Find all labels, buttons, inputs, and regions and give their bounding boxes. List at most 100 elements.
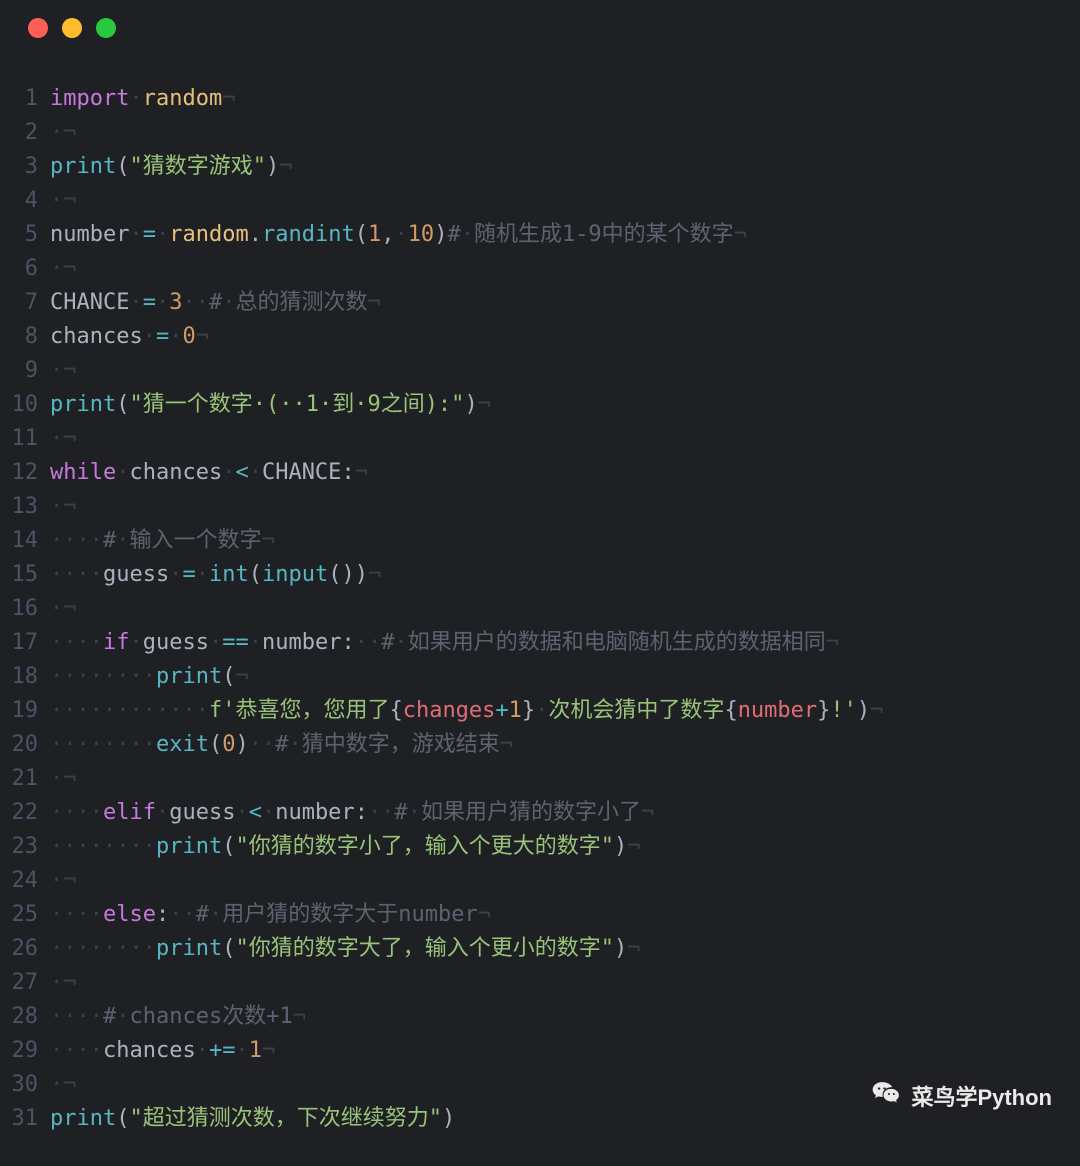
- code-content[interactable]: ········print("你猜的数字小了，输入个更大的数字")¬: [50, 830, 1060, 864]
- code-line[interactable]: 28····#·chances次数+1¬: [6, 1000, 1060, 1034]
- line-number: 17: [6, 626, 50, 660]
- code-content[interactable]: CHANCE·=·3··#·总的猜测次数¬: [50, 286, 1060, 320]
- code-content[interactable]: ·¬: [50, 116, 1060, 150]
- token-pn: ): [266, 154, 279, 179]
- token-pn: ): [235, 732, 248, 757]
- code-line[interactable]: 26········print("你猜的数字大了，输入个更小的数字")¬: [6, 932, 1060, 966]
- token-cmt: #: [103, 1004, 116, 1029]
- token-str: !': [830, 698, 857, 723]
- token-ws: ·: [288, 732, 301, 757]
- code-line[interactable]: 5number·=·random.randint(1,·10)#·随机生成1-9…: [6, 218, 1060, 252]
- line-number: 26: [6, 932, 50, 966]
- token-ws: ·: [222, 290, 235, 315]
- code-line[interactable]: 3print("猜数字游戏")¬: [6, 150, 1060, 184]
- line-number: 31: [6, 1102, 50, 1136]
- line-number: 20: [6, 728, 50, 762]
- code-line[interactable]: 13·¬: [6, 490, 1060, 524]
- code-content[interactable]: ····guess·=·int(input())¬: [50, 558, 1060, 592]
- code-line[interactable]: 16·¬: [6, 592, 1060, 626]
- code-line[interactable]: 17····if·guess·==·number:··#·如果用户的数据和电脑随…: [6, 626, 1060, 660]
- token-ws: ·: [235, 800, 248, 825]
- code-line[interactable]: 29····chances·+=·1¬: [6, 1034, 1060, 1068]
- code-content[interactable]: ········print(¬: [50, 660, 1060, 694]
- code-line[interactable]: 12while·chances·<·CHANCE:¬: [6, 456, 1060, 490]
- token-kw: else: [103, 902, 156, 927]
- code-line[interactable]: 25····else:··#·用户猜的数字大于number¬: [6, 898, 1060, 932]
- code-content[interactable]: ········exit(0)··#·猜中数字，游戏结束¬: [50, 728, 1060, 762]
- line-number: 9: [6, 354, 50, 388]
- token-pn: {: [389, 698, 402, 723]
- token-ws: ········: [50, 732, 156, 757]
- token-cmt: 输入一个数字: [129, 528, 261, 553]
- code-content[interactable]: ·¬: [50, 966, 1060, 1000]
- code-content[interactable]: while·chances·<·CHANCE:¬: [50, 456, 1060, 490]
- line-number: 28: [6, 1000, 50, 1034]
- close-icon[interactable]: [28, 18, 48, 38]
- code-line[interactable]: 11·¬: [6, 422, 1060, 456]
- code-content[interactable]: ·¬: [50, 490, 1060, 524]
- code-content[interactable]: ····#·chances次数+1¬: [50, 1000, 1060, 1034]
- code-content[interactable]: ·¬: [50, 184, 1060, 218]
- token-fn: print: [156, 664, 222, 689]
- token-ws: ¬: [63, 766, 76, 791]
- code-content[interactable]: print("猜数字游戏")¬: [50, 150, 1060, 184]
- token-op: +: [495, 698, 508, 723]
- code-content[interactable]: ············f'恭喜您，您用了{changes+1}·次机会猜中了数…: [50, 694, 1060, 728]
- code-line[interactable]: 9·¬: [6, 354, 1060, 388]
- code-content[interactable]: ····else:··#·用户猜的数字大于number¬: [50, 898, 1060, 932]
- code-content[interactable]: number·=·random.randint(1,·10)#·随机生成1-9中…: [50, 218, 1060, 252]
- code-content[interactable]: chances·=·0¬: [50, 320, 1060, 354]
- code-content[interactable]: ·¬: [50, 592, 1060, 626]
- token-var: guess: [169, 800, 235, 825]
- code-content[interactable]: ·¬: [50, 864, 1060, 898]
- code-line[interactable]: 18········print(¬: [6, 660, 1060, 694]
- code-content[interactable]: ·¬: [50, 252, 1060, 286]
- code-content[interactable]: ····chances·+=·1¬: [50, 1034, 1060, 1068]
- code-line[interactable]: 4·¬: [6, 184, 1060, 218]
- line-number: 30: [6, 1068, 50, 1102]
- code-content[interactable]: ·¬: [50, 762, 1060, 796]
- code-content[interactable]: ········print("你猜的数字大了，输入个更小的数字")¬: [50, 932, 1060, 966]
- code-content[interactable]: ····#·输入一个数字¬: [50, 524, 1060, 558]
- token-num: 1: [368, 222, 381, 247]
- minimize-icon[interactable]: [62, 18, 82, 38]
- token-var: number: [262, 630, 341, 655]
- token-ws: ····: [50, 528, 103, 553]
- token-pn: (: [209, 732, 222, 757]
- code-line[interactable]: 22····elif·guess·<·number:··#·如果用户猜的数字小了…: [6, 796, 1060, 830]
- code-line[interactable]: 15····guess·=·int(input())¬: [6, 558, 1060, 592]
- code-line[interactable]: 6·¬: [6, 252, 1060, 286]
- code-line[interactable]: 21·¬: [6, 762, 1060, 796]
- line-number: 23: [6, 830, 50, 864]
- token-cmt: #: [447, 222, 460, 247]
- code-content[interactable]: import·random¬: [50, 82, 1060, 116]
- code-line[interactable]: 24·¬: [6, 864, 1060, 898]
- code-content[interactable]: ····elif·guess·<·number:··#·如果用户猜的数字小了¬: [50, 796, 1060, 830]
- code-content[interactable]: ····if·guess·==·number:··#·如果用户的数据和电脑随机生…: [50, 626, 1060, 660]
- code-line[interactable]: 7CHANCE·=·3··#·总的猜测次数¬: [6, 286, 1060, 320]
- token-ws: ·: [156, 290, 169, 315]
- token-cmt: #: [381, 630, 394, 655]
- line-number: 8: [6, 320, 50, 354]
- code-line[interactable]: 2·¬: [6, 116, 1060, 150]
- code-content[interactable]: print("猜一个数字·(··1·到·9之间):")¬: [50, 388, 1060, 422]
- token-ws: ·: [535, 698, 548, 723]
- zoom-icon[interactable]: [96, 18, 116, 38]
- code-editor[interactable]: 1import·random¬2·¬3print("猜数字游戏")¬4·¬5nu…: [0, 82, 1080, 1136]
- token-ws: ¬: [222, 86, 235, 111]
- code-line[interactable]: 19············f'恭喜您，您用了{changes+1}·次机会猜中…: [6, 694, 1060, 728]
- token-pn: ): [857, 698, 870, 723]
- code-content[interactable]: ·¬: [50, 422, 1060, 456]
- code-line[interactable]: 20········exit(0)··#·猜中数字，游戏结束¬: [6, 728, 1060, 762]
- token-var: chances: [129, 460, 222, 485]
- code-line[interactable]: 10print("猜一个数字·(··1·到·9之间):")¬: [6, 388, 1060, 422]
- code-line[interactable]: 27·¬: [6, 966, 1060, 1000]
- code-line[interactable]: 23········print("你猜的数字小了，输入个更大的数字")¬: [6, 830, 1060, 864]
- code-line[interactable]: 8chances·=·0¬: [6, 320, 1060, 354]
- code-content[interactable]: ·¬: [50, 354, 1060, 388]
- token-op: =: [182, 562, 195, 587]
- code-line[interactable]: 1import·random¬: [6, 82, 1060, 116]
- window-controls: [0, 18, 1080, 38]
- line-number: 4: [6, 184, 50, 218]
- code-line[interactable]: 14····#·输入一个数字¬: [6, 524, 1060, 558]
